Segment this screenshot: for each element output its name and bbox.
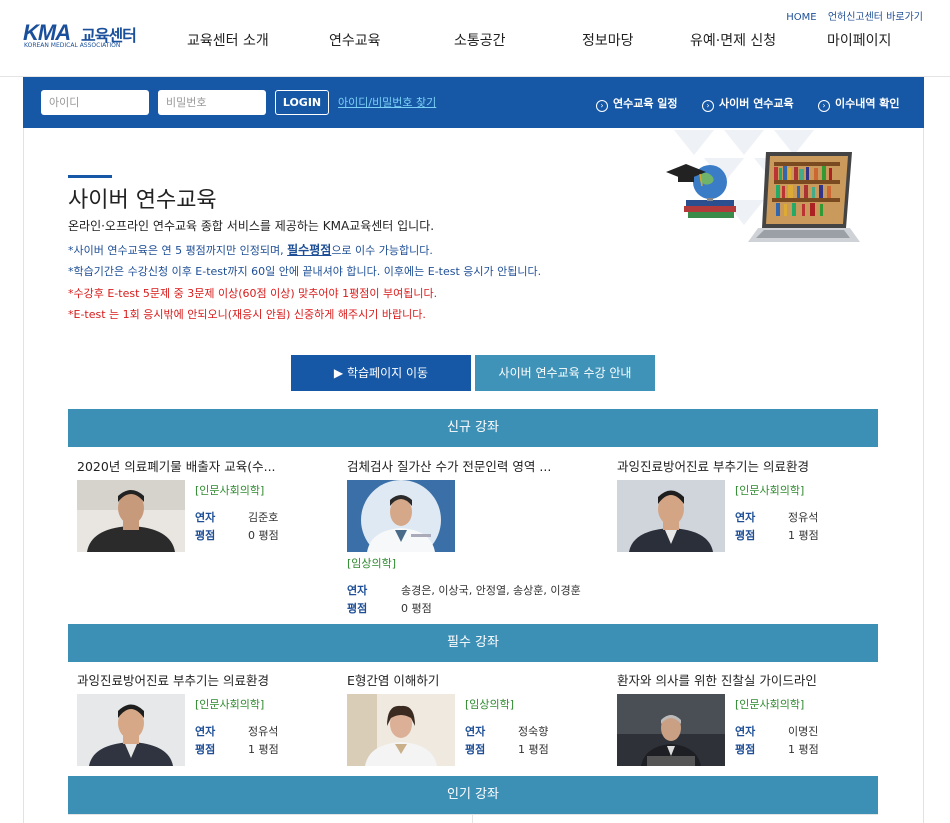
utility-links: HOME 언허신고센터 바로가기	[778, 8, 923, 23]
password-input[interactable]: 비밀번호	[158, 90, 266, 115]
course-card[interactable]: 검체검사 질가산 수가 전문인력 영역 ... [임상의학] 연자 송경은, 이…	[347, 456, 617, 616]
chevron-right-icon: ›	[596, 100, 608, 112]
section-popular-courses: 인기 강좌	[68, 776, 878, 814]
course-title[interactable]: 과잉진료방어진료 부추기는 의료환경	[617, 456, 809, 475]
nav-item-training[interactable]: 연수교육	[329, 30, 381, 50]
lecturer-photo[interactable]	[617, 694, 725, 766]
report-center-link[interactable]: 언허신고센터 바로가기	[828, 12, 923, 23]
lecturer-name: 정유석	[248, 725, 279, 738]
course-card[interactable]: 과잉진료방어진료 부추기는 의료환경 [인문사회의학] 연자 정유석 평점 1 …	[77, 670, 347, 770]
section-required-courses: 필수 강좌	[68, 624, 878, 662]
notice-1-text: *사이버 연수교육은 연 5 평점까지만 인정되며,	[68, 244, 288, 257]
lecturer-label: 연자	[347, 584, 368, 597]
lecturer-photo[interactable]	[77, 480, 185, 552]
course-card[interactable]: 2020년 의료폐기물 배출자 교육(수... [인문사회의학] 연자 김준호 …	[77, 456, 347, 566]
rating-label: 평점	[465, 743, 486, 756]
login-bar: 아이디 비밀번호 LOGIN 아이디/비밀번호 찾기 › 연수교육 일정 › 사이버…	[23, 77, 924, 128]
site-header: KMA 교육센터 KOREAN MEDICAL ASSOCIATION HOME…	[0, 0, 950, 77]
find-account-link[interactable]: 아이디/비밀번호 찾기	[338, 94, 436, 110]
nav-item-about[interactable]: 교육센터 소개	[187, 30, 269, 50]
logo-subtext: KOREAN MEDICAL ASSOCIATION	[24, 42, 121, 49]
quick-link-label: 이수내역 확인	[835, 97, 900, 110]
lecturer-name: 정유석	[788, 511, 819, 524]
lecturer-label: 연자	[195, 511, 216, 524]
course-title[interactable]: E형간염 이해하기	[347, 670, 439, 689]
rating-value: 1 평점	[518, 743, 549, 756]
course-category: [인문사회의학]	[735, 698, 805, 711]
nav-item-mypage[interactable]: 마이페이지	[827, 30, 891, 50]
login-button[interactable]: LOGIN	[275, 90, 329, 115]
course-card[interactable]: 환자와 의사를 위한 진찰실 가이드라인 [인문사회의학] 연자 이명진 평점 …	[617, 670, 887, 770]
rating-label: 평점	[735, 743, 756, 756]
notice-1-emphasis: 필수평점	[287, 243, 332, 257]
page: KMA 교육센터 KOREAN MEDICAL ASSOCIATION HOME…	[0, 0, 950, 823]
quick-link-label: 사이버 연수교육	[719, 97, 794, 110]
lecturer-name: 정숙향	[518, 725, 549, 738]
rating-label: 평점	[195, 529, 216, 542]
notice-1-text-end: 으로 이수 가능합니다.	[331, 244, 433, 257]
rating-value: 1 평점	[788, 743, 819, 756]
lecturer-photo[interactable]	[347, 694, 455, 766]
lecturer-label: 연자	[735, 725, 756, 738]
nav-item-community[interactable]: 소통공간	[454, 30, 506, 50]
rating-value: 0 평점	[401, 602, 432, 615]
nav-item-info[interactable]: 정보마당	[582, 30, 634, 50]
page-description: 온라인·오프라인 연수교육 종합 서비스를 제공하는 KMA교육센터 입니다.	[68, 219, 435, 233]
chevron-right-icon: ›	[818, 100, 830, 112]
course-category: [인문사회의학]	[195, 484, 265, 497]
rating-value: 0 평점	[248, 529, 279, 542]
lecturer-name: 이명진	[788, 725, 819, 738]
lecturer-photo[interactable]	[617, 480, 725, 552]
lecturer-name: 송경은, 이상국, 안정열, 송상훈, 이경훈	[401, 584, 581, 597]
quick-link-schedule[interactable]: › 연수교육 일정	[596, 95, 678, 112]
laptop-illustration	[666, 130, 860, 242]
lecturer-label: 연자	[195, 725, 216, 738]
course-title[interactable]: 과잉진료방어진료 부추기는 의료환경	[77, 670, 269, 689]
course-category: [인문사회의학]	[735, 484, 805, 497]
course-title[interactable]: 검체검사 질가산 수가 전문인력 영역 ...	[347, 456, 551, 475]
notice-1: *사이버 연수교육은 연 5 평점까지만 인정되며, 필수평점으로 이수 가능합…	[68, 241, 433, 258]
notice-2: *학습기간은 수강신청 이후 E-test까지 60일 안에 끝내셔야 합니다.…	[68, 265, 542, 278]
quick-link-label: 연수교육 일정	[613, 97, 678, 110]
learning-page-button[interactable]: ▶ 학습페이지 이동	[291, 355, 471, 391]
course-category: [임상의학]	[347, 557, 397, 570]
rating-label: 평점	[735, 529, 756, 542]
chevron-right-icon: ›	[702, 100, 714, 112]
notice-4: *E-test 는 1회 응시밖에 안되오니(재응시 안됨) 신중하게 해주시기…	[68, 308, 426, 321]
lecturer-photo[interactable]	[77, 694, 185, 766]
quick-link-history[interactable]: › 이수내역 확인	[818, 95, 900, 112]
course-category: [임상의학]	[465, 698, 515, 711]
lecturer-label: 연자	[735, 511, 756, 524]
rating-label: 평점	[195, 743, 216, 756]
course-card[interactable]: E형간염 이해하기 [임상의학] 연자 정숙향 평점 1 평점	[347, 670, 617, 770]
lecturer-photo[interactable]	[347, 480, 455, 552]
nav-item-exemption[interactable]: 유예·면제 신청	[690, 30, 776, 50]
notice-3: *수강후 E-test 5문제 중 3문제 이상(60점 이상) 맞추어야 1평…	[68, 287, 438, 300]
lecturer-name: 김준호	[248, 511, 279, 524]
page-title: 사이버 연수교육	[68, 188, 217, 213]
section-new-courses: 신규 강좌	[68, 409, 878, 447]
rating-label: 평점	[347, 602, 368, 615]
divider	[68, 814, 878, 815]
divider	[472, 814, 473, 823]
course-title[interactable]: 환자와 의사를 위한 진찰실 가이드라인	[617, 670, 817, 689]
rating-value: 1 평점	[248, 743, 279, 756]
title-accent	[68, 175, 112, 178]
course-category: [인문사회의학]	[195, 698, 265, 711]
main-nav: 교육센터 소개 연수교육 소통공간 정보마당 유예·면제 신청 마이페이지	[150, 30, 940, 50]
content-border-right	[923, 128, 924, 823]
lecturer-label: 연자	[465, 725, 486, 738]
course-card[interactable]: 과잉진료방어진료 부추기는 의료환경 [인문사회의학] 연자 정유석 평점 1 …	[617, 456, 887, 566]
kma-logo[interactable]: KMA 교육센터 KOREAN MEDICAL ASSOCIATION	[23, 20, 153, 52]
id-input[interactable]: 아이디	[41, 90, 149, 115]
home-link[interactable]: HOME	[786, 12, 816, 23]
quick-link-cyber[interactable]: › 사이버 연수교육	[702, 95, 794, 112]
rating-value: 1 평점	[788, 529, 819, 542]
content-border-left	[23, 128, 24, 823]
course-title[interactable]: 2020년 의료폐기물 배출자 교육(수...	[77, 456, 276, 475]
course-guide-button[interactable]: 사이버 연수교육 수강 안내	[475, 355, 655, 391]
